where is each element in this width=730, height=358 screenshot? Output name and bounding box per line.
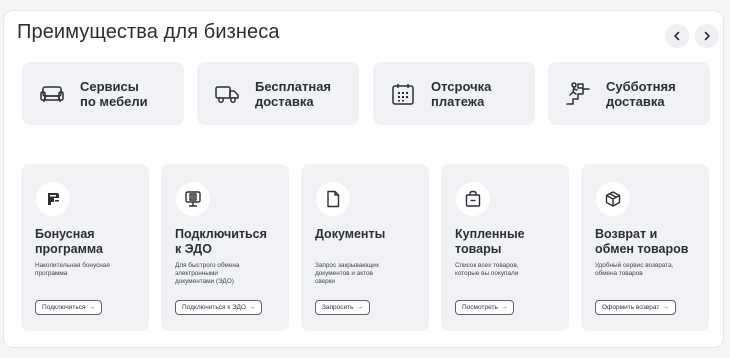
card-title: Документы	[315, 227, 386, 241]
card-bonus-program[interactable]: Бонусная программа Накопительная бонусна…	[21, 164, 149, 331]
business-benefits-panel: Преимущества для бизнеса Сервисы по мебе…	[3, 10, 724, 348]
connect-button[interactable]: Подключиться →	[35, 300, 103, 315]
feature-label: Субботняя доставка	[606, 78, 676, 109]
card-description: Для быстрого обмена электронными докумен…	[175, 262, 240, 285]
edo-monitor-icon	[176, 182, 210, 216]
card-description: Удобный сервис возврата, обмена товаров	[595, 262, 674, 277]
feature-saturday-delivery[interactable]: Субботняя доставка	[548, 62, 710, 125]
card-purchased-goods[interactable]: Купленные товары Список всех товаров, ко…	[441, 164, 569, 331]
view-button[interactable]: Посмотреть →	[455, 300, 515, 315]
document-icon	[316, 182, 350, 216]
button-label: Оформить возврат	[602, 304, 660, 311]
carousel-next-button[interactable]	[695, 24, 719, 48]
card-title: Бонусная программа	[35, 227, 103, 256]
chevron-right-icon	[704, 31, 710, 41]
button-label: Запросить	[322, 304, 354, 311]
stairs-delivery-icon	[564, 80, 592, 108]
arrow-right-icon: →	[248, 304, 256, 311]
return-box-icon	[596, 182, 630, 216]
arrow-right-icon: →	[500, 304, 508, 311]
bonus-card-icon	[36, 182, 70, 216]
return-button[interactable]: Оформить возврат →	[595, 300, 676, 315]
feature-free-delivery[interactable]: Бесплатная доставка	[197, 62, 359, 125]
button-label: Подключиться к ЭДО	[182, 304, 246, 311]
card-title: Возврат и обмен товаров	[595, 227, 689, 256]
card-documents[interactable]: Документы Запрос закрывающих документов …	[301, 164, 429, 331]
carousel-prev-button[interactable]	[665, 24, 689, 48]
arrow-right-icon: →	[662, 304, 669, 311]
truck-icon	[213, 80, 241, 108]
card-title: Купленные товары	[455, 227, 525, 256]
card-connect-edo[interactable]: Подключиться к ЭДО Для быстрого обмена э…	[161, 164, 289, 331]
card-description: Накопительная бонусная программа	[35, 262, 110, 277]
feature-furniture-services[interactable]: Сервисы по мебели	[22, 62, 184, 125]
card-description: Запрос закрывающих документов и актов св…	[315, 262, 380, 285]
card-description: Список всех товаров, которые вы покупали	[455, 262, 519, 277]
card-title: Подключиться к ЭДО	[175, 227, 267, 256]
section-title: Преимущества для бизнеса	[17, 21, 280, 43]
button-label: Подключиться	[42, 304, 86, 311]
chevron-left-icon	[674, 31, 680, 41]
feature-label: Отсрочка платежа	[431, 78, 492, 109]
connect-edo-button[interactable]: Подключиться к ЭДО →	[175, 300, 263, 315]
sofa-icon	[38, 80, 66, 108]
feature-payment-deferral[interactable]: Отсрочка платежа	[373, 62, 535, 125]
feature-label: Сервисы по мебели	[80, 78, 148, 109]
shopping-bag-icon	[456, 182, 490, 216]
calendar-icon	[389, 80, 417, 108]
card-return-exchange[interactable]: Возврат и обмен товаров Удобный сервис в…	[581, 164, 709, 331]
button-label: Посмотреть	[462, 304, 498, 311]
request-button[interactable]: Запросить →	[315, 300, 371, 315]
arrow-right-icon: →	[88, 304, 96, 311]
feature-label: Бесплатная доставка	[255, 78, 332, 109]
arrow-right-icon: →	[356, 304, 364, 311]
